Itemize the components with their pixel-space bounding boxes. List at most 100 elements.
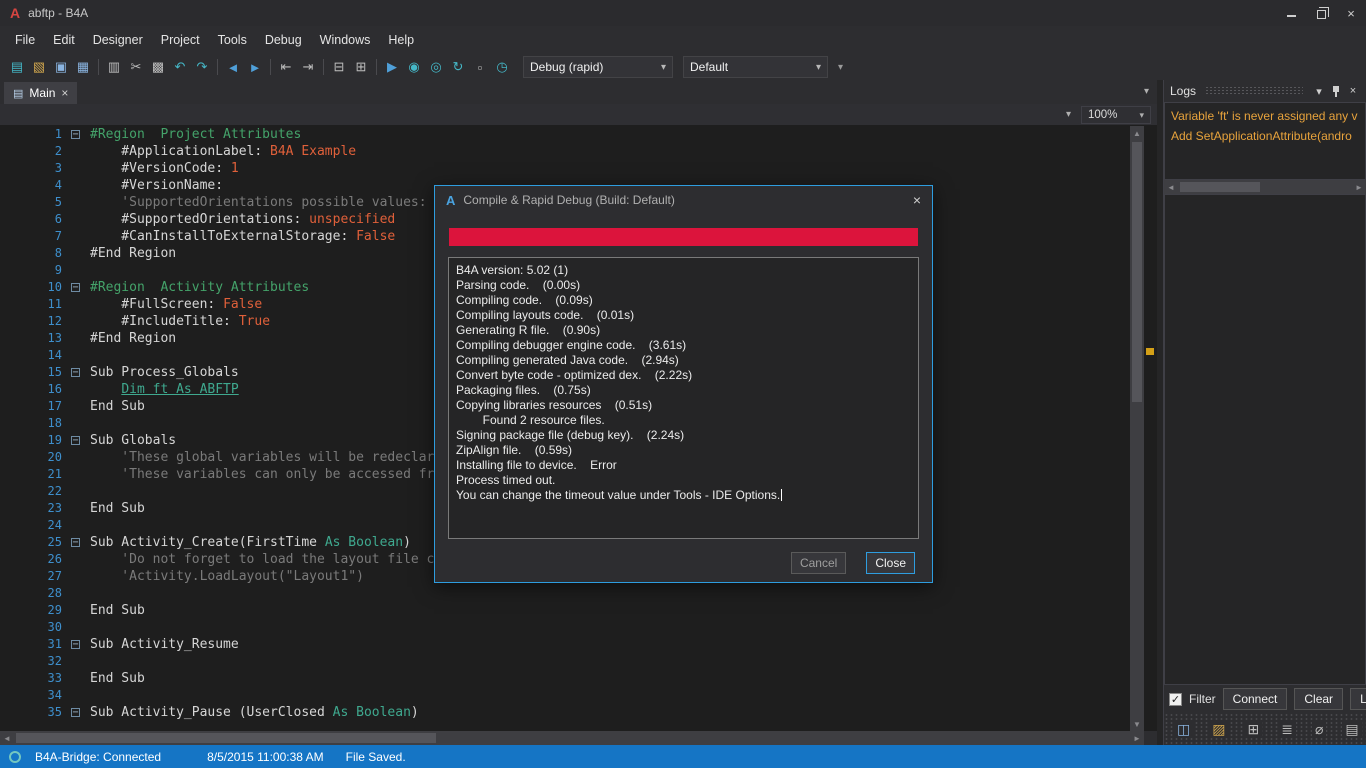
line-number: 6 — [0, 211, 68, 228]
fold-marker[interactable]: − — [68, 432, 90, 449]
stop-icon[interactable]: ▫ — [469, 56, 491, 78]
logs-output-area[interactable] — [1164, 194, 1366, 685]
fold-collapse-icon[interactable]: − — [71, 436, 80, 445]
editor-vertical-scrollbar[interactable]: ▲ ▼ — [1130, 126, 1144, 731]
close-button[interactable]: × — [1336, 0, 1366, 26]
dialog-close-icon[interactable]: × — [913, 192, 921, 208]
line-number: 35 — [0, 704, 68, 721]
logs-warning-list[interactable]: Variable 'ft' is never assigned any vAdd… — [1164, 102, 1366, 180]
fold-marker[interactable]: − — [68, 534, 90, 551]
comment-icon[interactable]: ⊟ — [328, 56, 350, 78]
vertical-scroll-thumb[interactable] — [1132, 142, 1142, 402]
minimize-button[interactable] — [1276, 0, 1306, 26]
tab-main[interactable]: ▤ Main × — [4, 82, 77, 104]
line-number: 7 — [0, 228, 68, 245]
list-button[interactable]: List l — [1350, 688, 1366, 710]
code-token: End Sub — [90, 501, 145, 516]
connect-button[interactable]: Connect — [1223, 688, 1288, 710]
navigate-forward-icon[interactable]: ► — [244, 56, 266, 78]
menu-item-project[interactable]: Project — [152, 28, 209, 52]
line-number: 22 — [0, 483, 68, 500]
fold-marker[interactable]: − — [68, 704, 90, 721]
fold-collapse-icon[interactable]: − — [71, 283, 80, 292]
fold-marker[interactable]: − — [68, 126, 90, 143]
build-configuration-dropdown[interactable]: Debug (rapid) ▾ — [523, 56, 673, 78]
menu-item-file[interactable]: File — [6, 28, 44, 52]
panel-menu-chevron-icon[interactable]: ▾ — [1312, 85, 1326, 98]
window-controls: × — [1276, 0, 1366, 26]
compile-icon[interactable]: ◉ — [403, 56, 425, 78]
menu-item-windows[interactable]: Windows — [311, 28, 380, 52]
member-dropdown-chevron-icon[interactable]: ▾ — [1066, 109, 1071, 120]
save-all-icon[interactable]: ▦ — [72, 56, 94, 78]
fold-marker[interactable]: − — [68, 279, 90, 296]
menu-item-designer[interactable]: Designer — [84, 28, 152, 52]
cut-icon[interactable]: ✂ — [125, 56, 147, 78]
zoom-dropdown[interactable]: 100% ▾ — [1081, 106, 1151, 124]
fold-gutter — [68, 381, 90, 398]
fold-collapse-icon[interactable]: − — [71, 368, 80, 377]
dock-search-icon[interactable]: ⌀ — [1312, 721, 1326, 738]
dock-grid-icon[interactable]: ⊞ — [1244, 721, 1262, 738]
undo-icon[interactable]: ↶ — [169, 56, 191, 78]
menu-item-tools[interactable]: Tools — [209, 28, 256, 52]
restore-button[interactable] — [1306, 0, 1336, 26]
warning-marker[interactable] — [1146, 348, 1154, 355]
fold-collapse-icon[interactable]: − — [71, 538, 80, 547]
tab-close-icon[interactable]: × — [61, 86, 68, 100]
connect-icon[interactable]: ◎ — [425, 56, 447, 78]
dialog-log-line: Signing package file (debug key). (2.24s… — [456, 428, 911, 443]
refresh-icon[interactable]: ↻ — [447, 56, 469, 78]
horizontal-scroll-thumb[interactable] — [16, 733, 436, 743]
redo-icon[interactable]: ↷ — [191, 56, 213, 78]
indent-icon[interactable]: ⇥ — [297, 56, 319, 78]
run-icon[interactable]: ▶ — [381, 56, 403, 78]
menu-item-debug[interactable]: Debug — [256, 28, 311, 52]
save-icon[interactable]: ▣ — [50, 56, 72, 78]
fold-collapse-icon[interactable]: − — [71, 708, 80, 717]
fold-collapse-icon[interactable]: − — [71, 640, 80, 649]
paste-icon[interactable]: ▩ — [147, 56, 169, 78]
dock-split-window-icon[interactable]: ◫ — [1174, 721, 1193, 738]
navigate-back-icon[interactable]: ◄ — [222, 56, 244, 78]
dialog-log-line: Packaging files. (0.75s) — [456, 383, 911, 398]
title-bar[interactable]: A abftp - B4A × — [0, 0, 1366, 26]
dock-book-icon[interactable]: ▤ — [1342, 721, 1361, 738]
dock-list-icon[interactable]: ≣ — [1278, 721, 1296, 738]
menu-item-help[interactable]: Help — [379, 28, 423, 52]
open-file-icon[interactable]: ▧ — [28, 56, 50, 78]
logs-horizontal-scrollbar[interactable]: ◄ ► — [1164, 180, 1366, 194]
outdent-icon[interactable]: ⇤ — [275, 56, 297, 78]
pin-icon[interactable] — [1331, 85, 1341, 98]
close-button[interactable]: Close — [866, 552, 915, 574]
menu-item-edit[interactable]: Edit — [44, 28, 84, 52]
scroll-left-icon[interactable]: ◄ — [0, 731, 14, 745]
logs-panel-header[interactable]: Logs ▾ × — [1164, 80, 1366, 102]
copy-icon[interactable]: ▥ — [103, 56, 125, 78]
scroll-right-icon[interactable]: ► — [1352, 180, 1366, 194]
scroll-down-icon[interactable]: ▼ — [1130, 717, 1144, 731]
timer-icon[interactable]: ◷ — [491, 56, 513, 78]
filter-checkbox[interactable]: ✓ — [1169, 693, 1182, 706]
fold-marker[interactable]: − — [68, 636, 90, 653]
cancel-button[interactable]: Cancel — [791, 552, 846, 574]
fold-collapse-icon[interactable]: − — [71, 130, 80, 139]
horizontal-scroll-thumb[interactable] — [1180, 182, 1260, 192]
status-timestamp: 8/5/2015 11:00:38 AM — [207, 750, 324, 764]
dialog-title-bar[interactable]: A Compile & Rapid Debug (Build: Default)… — [435, 186, 932, 214]
log-warning[interactable]: Variable 'ft' is never assigned any v — [1171, 106, 1359, 126]
uncomment-icon[interactable]: ⊞ — [350, 56, 372, 78]
dock-folder-icon[interactable]: ▨ — [1209, 721, 1228, 738]
panel-close-icon[interactable]: × — [1346, 85, 1360, 97]
editor-horizontal-scrollbar[interactable]: ◄ ► — [0, 731, 1144, 745]
scroll-up-icon[interactable]: ▲ — [1130, 126, 1144, 140]
log-warning[interactable]: Add SetApplicationAttribute(andro — [1171, 126, 1359, 146]
scroll-right-icon[interactable]: ► — [1130, 731, 1144, 745]
new-file-icon[interactable]: ▤ — [6, 56, 28, 78]
scroll-left-icon[interactable]: ◄ — [1164, 180, 1178, 194]
fold-marker[interactable]: − — [68, 364, 90, 381]
tab-list-chevron-icon[interactable]: ▾ — [1144, 86, 1149, 97]
clear-button[interactable]: Clear — [1294, 688, 1343, 710]
config-dropdown[interactable]: Default ▾ — [683, 56, 828, 78]
toolbar-overflow-icon[interactable]: ▾ — [838, 62, 843, 73]
